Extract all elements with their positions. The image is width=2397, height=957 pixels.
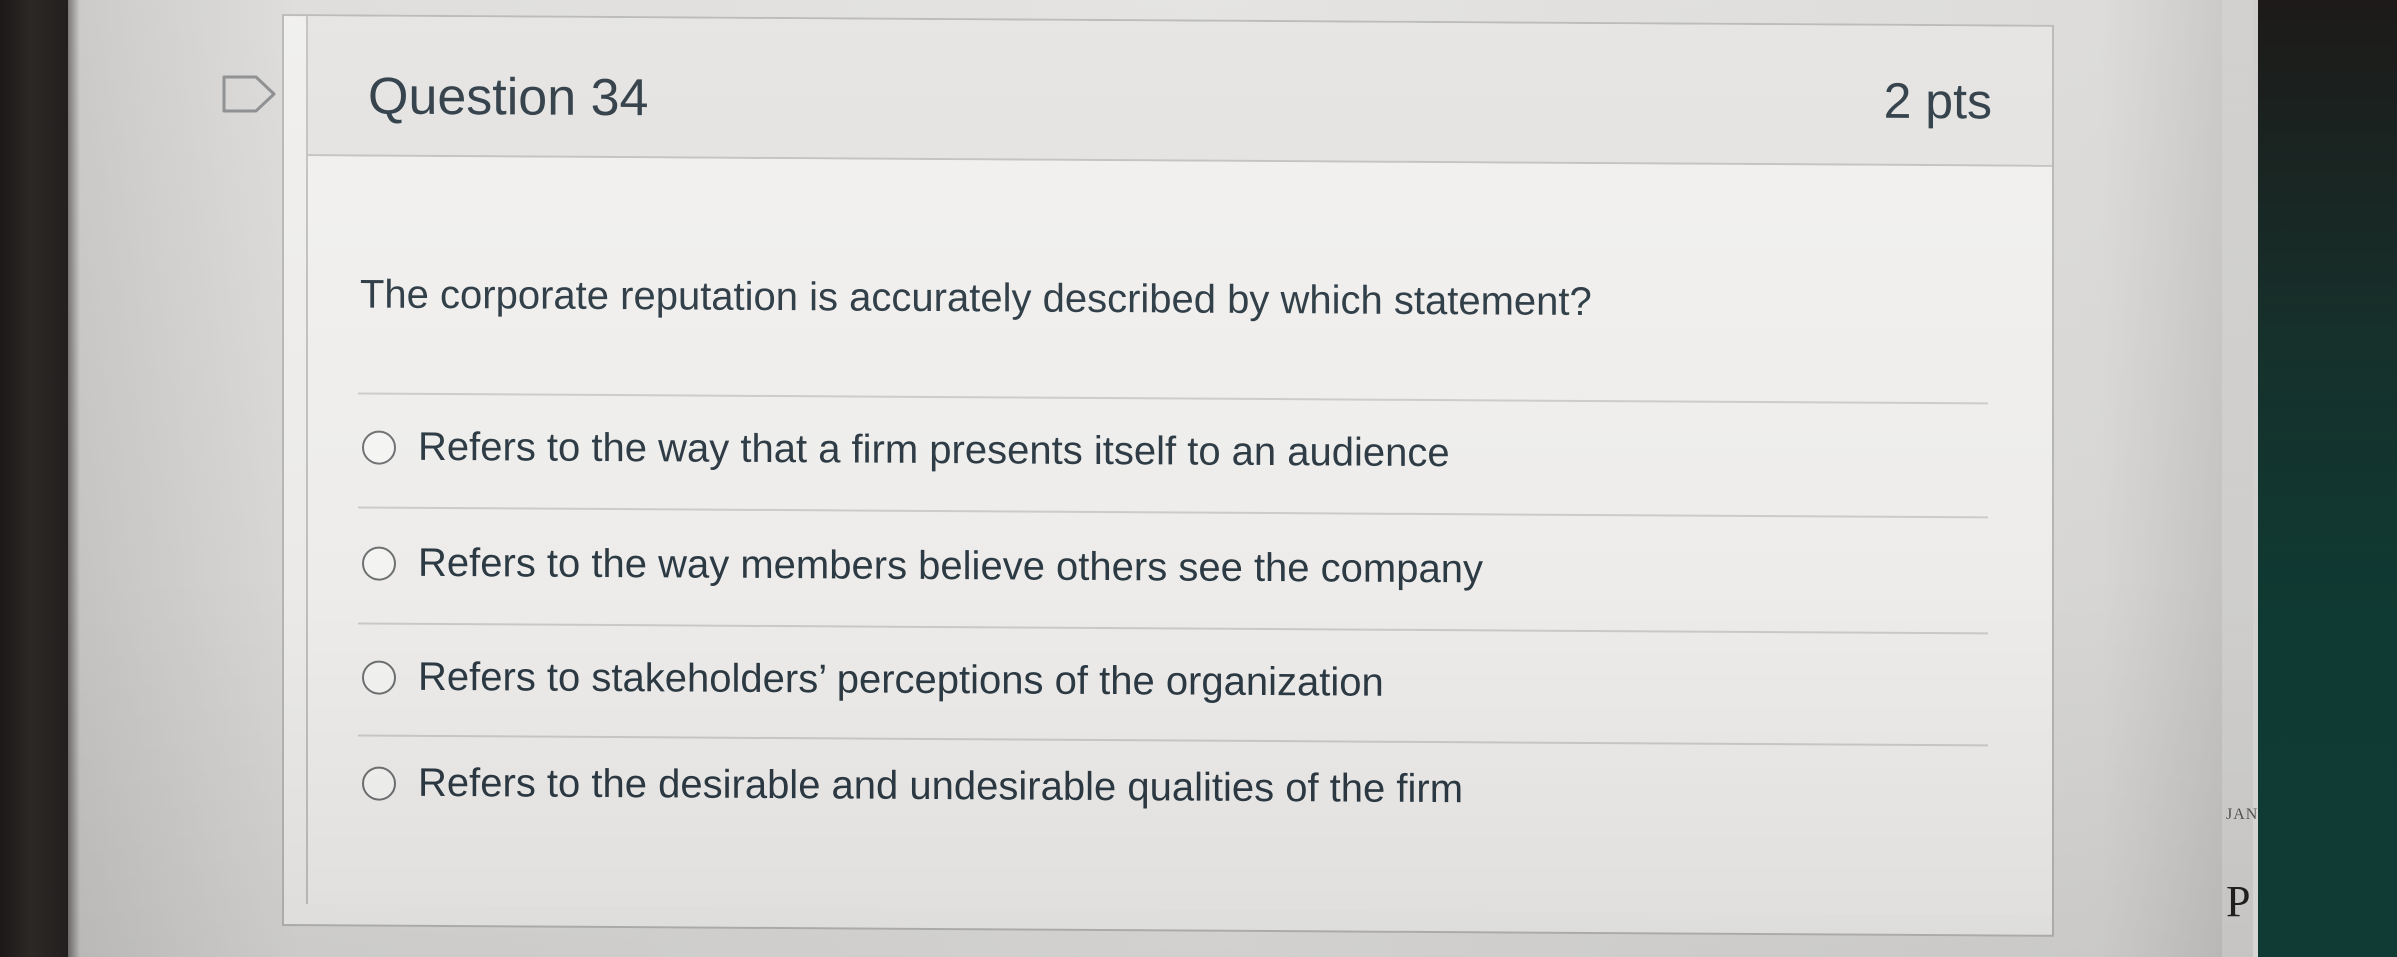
question-points: 2 pts: [1883, 72, 1992, 130]
answer-divider: [358, 392, 1988, 405]
answer-label: Refers to the way members believe others…: [418, 540, 1483, 592]
radio-unselected-icon[interactable]: [362, 765, 396, 801]
monitor-bezel: [0, 0, 68, 957]
flag-question-icon[interactable]: [222, 74, 278, 114]
question-body: The corporate reputation is accurately d…: [306, 156, 2052, 915]
question-text: The corporate reputation is accurately d…: [360, 272, 1592, 325]
radio-unselected-icon[interactable]: [362, 545, 396, 581]
background-wall: [2250, 0, 2397, 957]
answer-label: Refers to the way that a firm presents i…: [418, 424, 1450, 476]
answer-option-1[interactable]: Refers to the way that a firm presents i…: [362, 424, 1450, 476]
radio-unselected-icon[interactable]: [362, 429, 396, 465]
answer-label: Refers to the desirable and undesirable …: [418, 760, 1464, 812]
answer-divider: [358, 734, 1988, 747]
answer-option-3[interactable]: Refers to stakeholders’ perceptions of t…: [362, 654, 1384, 705]
photo-background: JAN P Question 34 2 pts The corporate re…: [0, 0, 2397, 957]
answer-divider: [358, 506, 1988, 519]
radio-unselected-icon[interactable]: [362, 659, 396, 695]
answer-divider: [358, 622, 1988, 635]
background-text-p: P: [2226, 877, 2251, 926]
background-text-jan: JAN: [2226, 806, 2259, 823]
answer-option-2[interactable]: Refers to the way members believe others…: [362, 540, 1483, 592]
answer-label: Refers to stakeholders’ perceptions of t…: [418, 654, 1384, 705]
question-header: Question 34 2 pts: [306, 16, 2052, 167]
question-title: Question 34: [368, 67, 649, 128]
question-card: Question 34 2 pts The corporate reputati…: [282, 14, 2054, 937]
answer-option-4[interactable]: Refers to the desirable and undesirable …: [362, 760, 1463, 812]
